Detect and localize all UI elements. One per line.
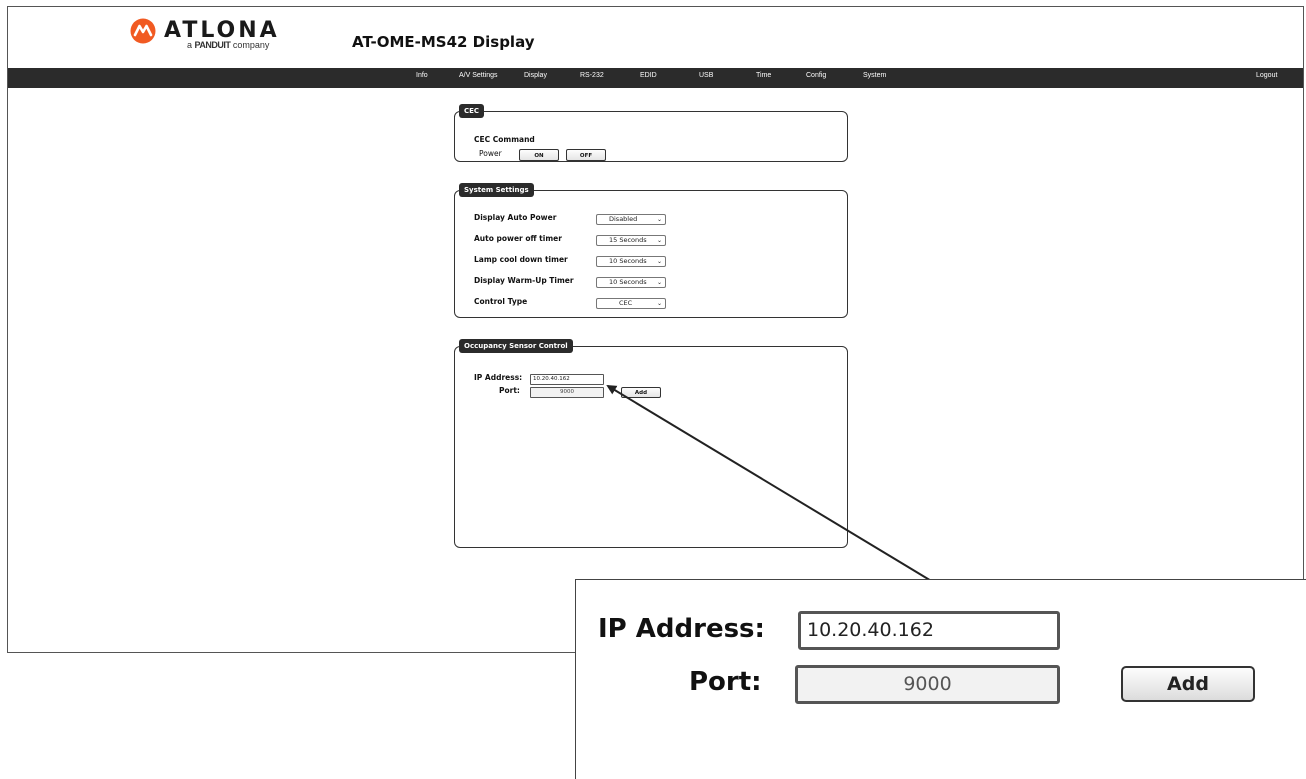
zoom-port-input[interactable]: 9000 bbox=[795, 665, 1060, 704]
zoom-port-label: Port: bbox=[689, 667, 762, 697]
zoom-ip-address-label: IP Address: bbox=[598, 614, 765, 644]
zoom-ip-address-input[interactable]: 10.20.40.162 bbox=[798, 611, 1060, 650]
zoom-inset: IP Address: 10.20.40.162 Port: 9000 Add bbox=[575, 579, 1306, 779]
zoom-add-button[interactable]: Add bbox=[1121, 666, 1255, 702]
